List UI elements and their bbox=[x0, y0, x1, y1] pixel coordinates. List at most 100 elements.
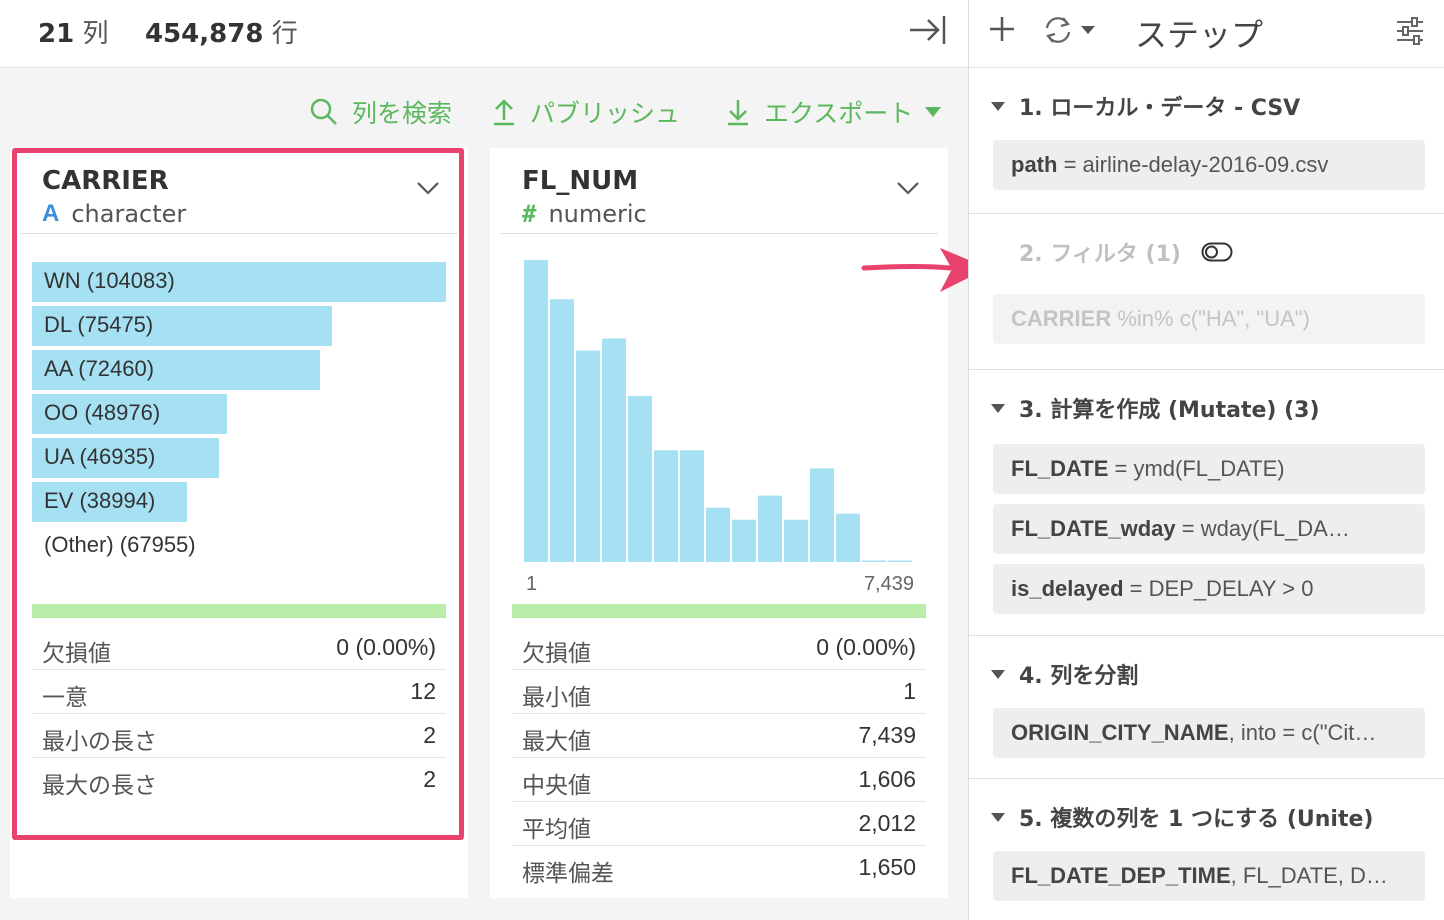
export-button[interactable]: エクスポート bbox=[726, 92, 942, 132]
column-type: A character bbox=[42, 200, 186, 228]
command-key: FL_DATE bbox=[1011, 456, 1109, 481]
histogram-bar[interactable] bbox=[810, 468, 834, 562]
stat-row: 中央値 1,606 bbox=[512, 758, 926, 802]
steps-title: ステップ bbox=[1135, 16, 1264, 54]
step-command[interactable]: CARRIER %in% c("HA", "UA") bbox=[993, 294, 1425, 344]
step-command[interactable]: FL_DATE = ymd(FL_DATE) bbox=[993, 444, 1425, 494]
stat-row: 最大の長さ 2 bbox=[32, 758, 446, 802]
triangle-down-icon bbox=[991, 812, 1005, 822]
stat-value: 1,606 bbox=[858, 766, 916, 792]
histogram-bar[interactable] bbox=[524, 260, 548, 562]
stat-value: 2,012 bbox=[858, 810, 916, 836]
frequency-bar-label: WN (104083) bbox=[44, 268, 175, 293]
step-command[interactable]: is_delayed = DEP_DELAY > 0 bbox=[993, 564, 1425, 614]
stat-label: 平均値 bbox=[522, 817, 591, 843]
step-command[interactable]: FL_DATE_DEP_TIME, FL_DATE, D… bbox=[993, 851, 1425, 901]
stat-label: 最小の長さ bbox=[42, 729, 157, 755]
histogram-bar[interactable] bbox=[550, 299, 574, 562]
column-name: FL_NUM bbox=[522, 166, 639, 196]
valid-values-bar bbox=[512, 604, 926, 618]
character-type-icon: A bbox=[42, 200, 60, 227]
stat-value: 0 (0.00%) bbox=[816, 634, 916, 660]
search-columns-label: 列を検索 bbox=[352, 99, 453, 128]
stat-row: 標準偏差 1,650 bbox=[512, 846, 926, 890]
triangle-down-icon bbox=[991, 101, 1005, 111]
histogram[interactable] bbox=[524, 260, 914, 566]
axis-max-label: 7,439 bbox=[863, 573, 914, 595]
histogram-bar[interactable] bbox=[758, 495, 782, 562]
data-summary-area: 21 列 454,878 行 列を検索 パブリッシュ エクスポート CARRIE… bbox=[0, 0, 988, 920]
column-type-label: character bbox=[71, 200, 187, 228]
step-command[interactable]: ORIGIN_CITY_NAME, into = c("Cit… bbox=[993, 708, 1425, 758]
export-label: エクスポート bbox=[764, 99, 914, 128]
command-rest: = airline-delay-2016-09.csv bbox=[1057, 152, 1329, 177]
frequency-bar[interactable]: DL (75475) bbox=[32, 306, 446, 346]
collapse-panel-icon[interactable] bbox=[908, 12, 948, 48]
step-filter[interactable]: 2. フィルタ (1) CARRIER %in% c("HA", "UA") bbox=[969, 214, 1444, 370]
stat-label: 欠損値 bbox=[522, 641, 591, 667]
stat-value: 7,439 bbox=[858, 722, 916, 748]
stat-row: 一意 12 bbox=[32, 670, 446, 714]
step-command[interactable]: path = airline-delay-2016-09.csv bbox=[993, 140, 1425, 190]
frequency-bar[interactable]: EV (38994) bbox=[32, 482, 446, 522]
plus-icon[interactable] bbox=[987, 14, 1017, 44]
column-name: CARRIER bbox=[42, 166, 169, 196]
frequency-bar[interactable]: WN (104083) bbox=[32, 262, 446, 302]
frequency-bar-label: (Other) (67955) bbox=[44, 532, 196, 557]
summary-topbar: 21 列 454,878 行 bbox=[0, 0, 968, 68]
search-columns-button[interactable]: 列を検索 bbox=[310, 92, 452, 132]
toggle-off-icon[interactable] bbox=[1201, 242, 1233, 262]
step-unite[interactable]: 5. 複数の列を 1 つにする (Unite) FL_DATE_DEP_TIME… bbox=[969, 779, 1444, 920]
stat-label: 標準偏差 bbox=[522, 861, 614, 887]
histogram-bar[interactable] bbox=[654, 450, 678, 562]
refresh-icon[interactable] bbox=[1041, 14, 1101, 46]
stat-row: 最小の長さ 2 bbox=[32, 714, 446, 758]
histogram-bar[interactable] bbox=[680, 450, 704, 562]
chevron-down-icon[interactable] bbox=[896, 180, 920, 196]
histogram-bar[interactable] bbox=[862, 560, 886, 562]
frequency-bar[interactable]: UA (46935) bbox=[32, 438, 446, 478]
step-command[interactable]: FL_DATE_wday = wday(FL_DA… bbox=[993, 504, 1425, 554]
column-card-carrier[interactable]: CARRIER A character WN (104083) DL (75475… bbox=[10, 148, 468, 898]
search-icon bbox=[310, 98, 337, 125]
sliders-icon[interactable] bbox=[1395, 16, 1425, 46]
command-key: CARRIER bbox=[1011, 306, 1112, 331]
histogram-bar[interactable] bbox=[602, 338, 626, 562]
histogram-bar[interactable] bbox=[576, 350, 600, 562]
command-rest: , into = c("Cit… bbox=[1228, 720, 1377, 745]
step-title: 1. ローカル・データ - CSV bbox=[991, 90, 1300, 122]
step-title-label: 2. フィルタ (1) bbox=[1019, 242, 1181, 267]
frequency-bar[interactable]: AA (72460) bbox=[32, 350, 446, 390]
histogram-bar[interactable] bbox=[706, 507, 730, 562]
stat-row: 欠損値 0 (0.00%) bbox=[32, 626, 446, 670]
command-rest: = wday(FL_DA… bbox=[1175, 516, 1350, 541]
triangle-down-icon bbox=[991, 669, 1005, 679]
step-title-label: 5. 複数の列を 1 つにする (Unite) bbox=[1019, 807, 1374, 832]
column-type: # numeric bbox=[522, 200, 647, 228]
histogram-bar[interactable] bbox=[628, 395, 652, 562]
frequency-bar[interactable]: OO (48976) bbox=[32, 394, 446, 434]
histogram-bar[interactable] bbox=[732, 519, 756, 562]
command-key: is_delayed bbox=[1011, 576, 1124, 601]
stat-row: 最小値 1 bbox=[512, 670, 926, 714]
step-local-data-csv[interactable]: 1. ローカル・データ - CSV path = airline-delay-2… bbox=[969, 68, 1444, 214]
command-key: ORIGIN_CITY_NAME bbox=[1011, 720, 1229, 745]
step-separate[interactable]: 4. 列を分割 ORIGIN_CITY_NAME, into = c("Cit… bbox=[969, 636, 1444, 779]
divider bbox=[20, 233, 458, 234]
histogram-bar[interactable] bbox=[888, 560, 912, 562]
steps-toolbar: ステップ bbox=[969, 0, 1444, 68]
stat-row: 欠損値 0 (0.00%) bbox=[512, 626, 926, 670]
step-mutate[interactable]: 3. 計算を作成 (Mutate) (3) FL_DATE = ymd(FL_D… bbox=[969, 370, 1444, 636]
step-title-label: 4. 列を分割 bbox=[1019, 664, 1139, 689]
step-title-label: 1. ローカル・データ - CSV bbox=[1019, 96, 1301, 121]
triangle-down-icon bbox=[991, 403, 1005, 413]
histogram-bar[interactable] bbox=[784, 519, 808, 562]
chevron-down-icon[interactable] bbox=[416, 180, 440, 196]
frequency-bar[interactable]: (Other) (67955) bbox=[32, 526, 446, 566]
histogram-bar[interactable] bbox=[836, 513, 860, 562]
frequency-bar-label: EV (38994) bbox=[44, 488, 156, 513]
divider bbox=[500, 233, 938, 234]
publish-button[interactable]: パブリッシュ bbox=[492, 92, 680, 132]
command-key: FL_DATE_DEP_TIME bbox=[1011, 863, 1231, 888]
frequency-bar-label: UA (46935) bbox=[44, 444, 156, 469]
